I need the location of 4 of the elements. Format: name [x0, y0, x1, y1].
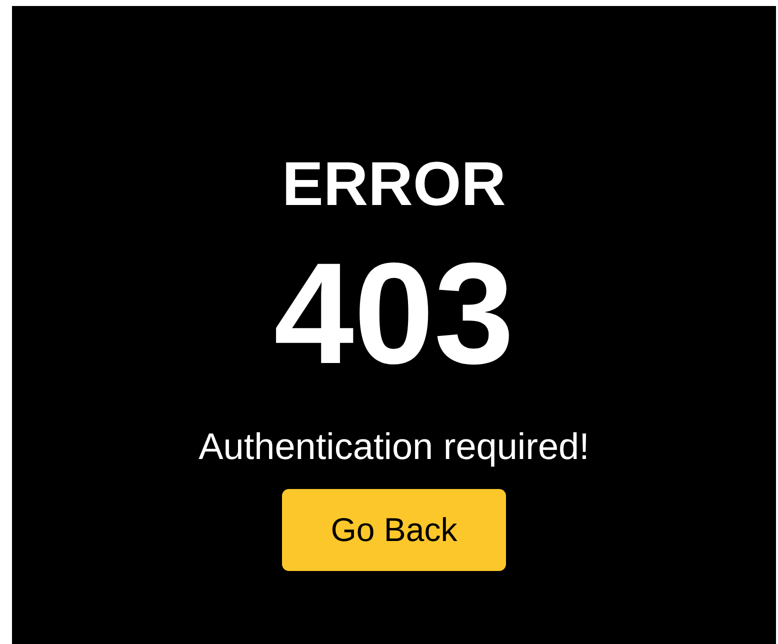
- error-code: 403: [274, 242, 514, 386]
- go-back-button[interactable]: Go Back: [282, 489, 506, 571]
- error-message: Authentication required!: [198, 428, 590, 465]
- error-heading: ERROR: [282, 154, 506, 216]
